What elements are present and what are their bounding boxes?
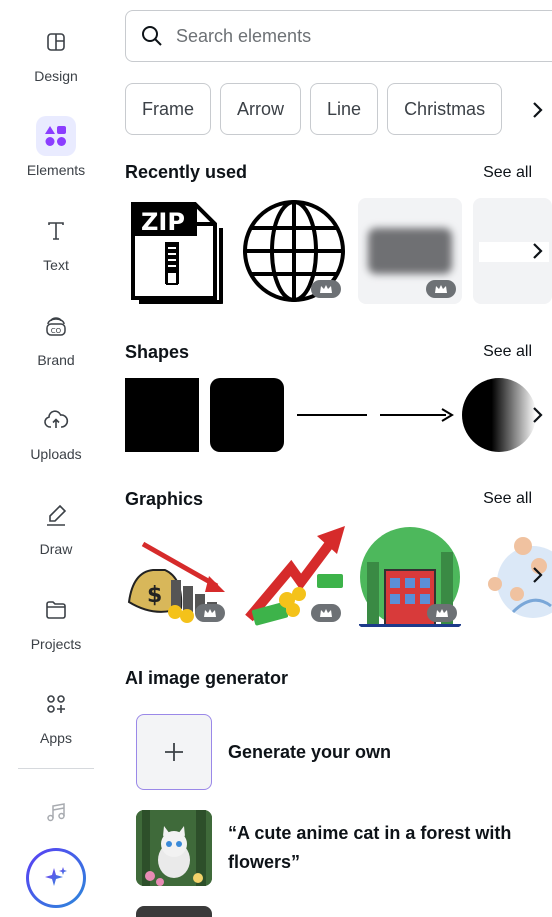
arrow-shape[interactable] <box>378 378 456 452</box>
falling-chart-money-graphic[interactable]: $ <box>125 522 231 628</box>
shapes-row <box>125 378 552 452</box>
chip-line[interactable]: Line <box>310 83 379 135</box>
globe-icon[interactable] <box>241 198 347 304</box>
plus-icon <box>136 714 212 790</box>
generate-your-own-item[interactable]: Generate your own <box>136 714 391 790</box>
suggestion-chips: Frame Arrow Line Christmas <box>125 83 503 135</box>
apps-icon <box>36 684 76 724</box>
ai-generator-title: AI image generator <box>125 668 289 688</box>
factory-building-graphic[interactable] <box>357 522 463 628</box>
sidebar-item-projects[interactable]: Projects <box>0 578 112 668</box>
shapes-see-all[interactable]: See all <box>483 343 532 361</box>
sidebar-item-design[interactable]: Design <box>0 10 112 100</box>
sidebar-item-elements[interactable]: Elements <box>0 104 112 194</box>
sidebar-item-label: Elements <box>26 162 86 178</box>
graphics-title: Graphics <box>125 489 204 509</box>
premium-crown-icon <box>195 604 225 622</box>
sidebar-item-text[interactable]: Text <box>0 199 112 289</box>
rounded-square-shape[interactable] <box>210 378 284 452</box>
text-icon <box>36 211 76 251</box>
magic-sparkle-icon <box>29 851 83 905</box>
svg-text:$: $ <box>147 583 162 608</box>
zip-file-icon[interactable]: ZIP <box>125 198 229 304</box>
sidebar-item-label: Text <box>43 257 69 273</box>
chevron-right-icon[interactable] <box>522 555 552 595</box>
sidebar-item-label: Draw <box>39 541 73 557</box>
uploads-icon <box>36 400 76 440</box>
premium-crown-icon <box>311 604 341 622</box>
sidebar-item-label: Apps <box>40 730 72 746</box>
music-icon[interactable] <box>40 796 72 828</box>
graphics-see-all[interactable]: See all <box>483 490 532 508</box>
recently-used-title: Recently used <box>125 162 248 182</box>
ai-thumbnail-partial[interactable] <box>136 906 212 917</box>
recently-used-row: ZIP <box>125 198 552 304</box>
recently-used-see-all[interactable]: See all <box>483 164 532 182</box>
search-input[interactable] <box>176 25 476 47</box>
premium-crown-icon <box>311 280 341 298</box>
sidebar-item-label: Design <box>34 68 78 84</box>
design-icon <box>36 22 76 62</box>
sidebar-item-uploads[interactable]: Uploads <box>0 388 112 478</box>
elements-panel: Frame Arrow Line Christmas Recently used… <box>112 0 552 917</box>
sidebar-item-brand[interactable]: CO Brand <box>0 294 112 384</box>
graphics-row: $ <box>125 522 552 632</box>
sidebar-item-label: Projects <box>30 636 82 652</box>
shapes-title: Shapes <box>125 342 190 362</box>
anime-cat-thumbnail <box>136 810 212 886</box>
chevron-right-icon[interactable] <box>522 90 552 130</box>
sidebar: Design Elements Text CO Brand Uploads Dr… <box>0 0 112 917</box>
blurred-rectangle[interactable] <box>358 198 462 304</box>
chip-frame[interactable]: Frame <box>125 83 212 135</box>
sidebar-divider <box>18 768 94 769</box>
zip-label: ZIP <box>141 208 185 236</box>
square-shape[interactable] <box>125 378 199 452</box>
elements-icon <box>36 116 76 156</box>
magic-sparkle-button[interactable] <box>26 848 86 908</box>
brand-icon: CO <box>36 306 76 346</box>
search-bar[interactable] <box>125 10 552 62</box>
chip-christmas[interactable]: Christmas <box>387 83 503 135</box>
rising-arrow-money-graphic[interactable] <box>241 522 347 628</box>
sidebar-item-label: Brand <box>37 352 75 368</box>
sidebar-item-apps[interactable]: Apps <box>0 672 112 762</box>
sidebar-item-label: Uploads <box>30 446 82 462</box>
svg-text:CO: CO <box>51 327 62 335</box>
sidebar-item-draw[interactable]: Draw <box>0 483 112 573</box>
folder-icon <box>36 590 76 630</box>
premium-crown-icon <box>427 604 457 622</box>
chevron-right-icon[interactable] <box>522 231 552 271</box>
search-icon <box>142 26 162 46</box>
ai-prompt-label: “A cute anime cat in a forest with flowe… <box>228 823 512 872</box>
chevron-right-icon[interactable] <box>522 395 552 435</box>
line-shape[interactable] <box>295 378 369 452</box>
generate-your-own-label: Generate your own <box>228 741 392 762</box>
premium-crown-icon <box>426 280 456 298</box>
ai-prompt-item[interactable]: “A cute anime cat in a forest with flowe… <box>136 810 528 886</box>
chip-arrow[interactable]: Arrow <box>220 83 302 135</box>
draw-icon <box>36 495 76 535</box>
